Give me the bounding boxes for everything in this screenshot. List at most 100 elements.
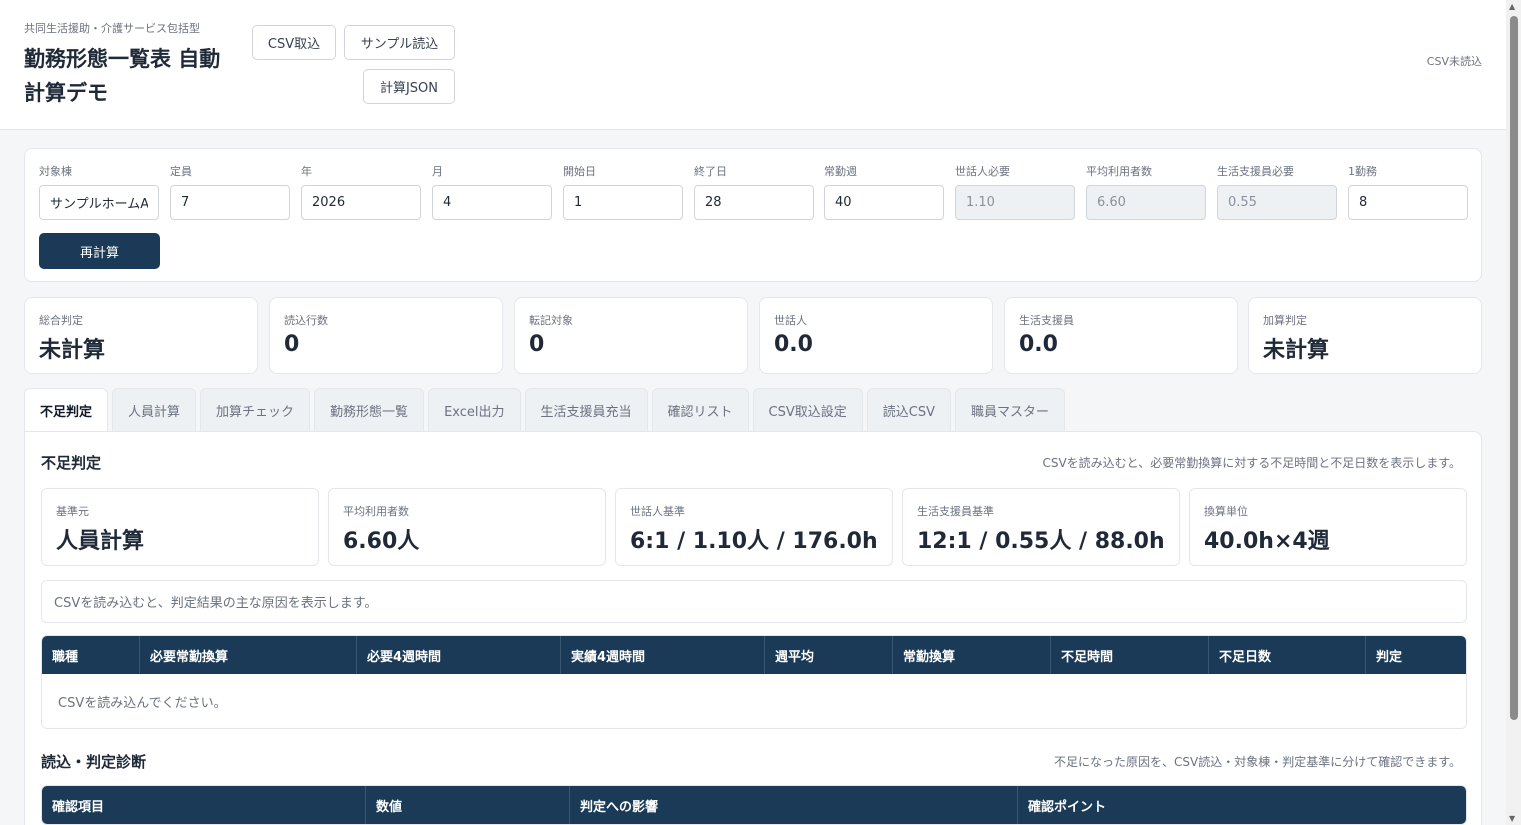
stat-value: 未計算 <box>39 338 106 363</box>
column-header: 常勤換算 <box>893 636 1051 674</box>
csv-import-button[interactable]: CSV取込 <box>252 25 336 60</box>
field-label: 平均利用者数 <box>1086 165 1152 178</box>
column-header: 職種 <box>42 636 140 674</box>
column-header: 必要常勤換算 <box>140 636 357 674</box>
stat-value: 0.0 <box>774 332 813 357</box>
stat-caretaker: 世話人 0.0 <box>759 297 993 374</box>
tab-support-allocation[interactable]: 生活支援員充当 <box>524 388 648 432</box>
diagnosis-note: 不足になった原因を、CSV読込・対象棟・判定基準に分けて確認できます。 <box>1053 755 1461 769</box>
start-day-input[interactable] <box>563 185 683 220</box>
recalculate-button[interactable]: 再計算 <box>39 233 160 269</box>
field-year: 年 <box>301 163 421 220</box>
field-label: 年 <box>301 165 312 178</box>
table-header: 確認項目 数値 判定への影響 確認ポイント <box>42 786 1466 824</box>
csv-status-text: CSV未読込 <box>1426 55 1482 68</box>
field-label: 対象棟 <box>39 165 72 178</box>
stat-rows: 読込行数 0 <box>269 297 503 374</box>
params-panel: 対象棟 定員 年 月 開始日 終了日 常勤週 世話人必要 平均利用者数 生活支援… <box>24 148 1482 282</box>
tab-bar: 不足判定 人員計算 加算チェック 勤務形態一覧 Excel出力 生活支援員充当 … <box>24 388 1069 432</box>
card-value: 6.60人 <box>343 529 420 554</box>
shortage-panel: 不足判定 CSVを読み込むと、必要常勤換算に対する不足時間と不足日数を表示します… <box>24 431 1482 825</box>
column-header: 週平均 <box>765 636 893 674</box>
column-header: 数値 <box>366 786 570 824</box>
card-value: 40.0h×4週 <box>1204 529 1330 554</box>
stat-addition: 加算判定 未計算 <box>1248 297 1482 374</box>
stat-label: 総合判定 <box>39 314 83 327</box>
month-input[interactable] <box>432 185 552 220</box>
stat-label: 生活支援員 <box>1019 314 1074 327</box>
shift-hours-input[interactable] <box>1348 185 1468 220</box>
fulltime-week-input[interactable] <box>824 185 944 220</box>
section-note: CSVを読み込むと、必要常勤換算に対する不足時間と不足日数を表示します。 <box>1042 456 1461 470</box>
app-subtitle: 共同生活援助・介護サービス包括型 <box>24 22 200 35</box>
tab-excel-export[interactable]: Excel出力 <box>428 388 521 432</box>
stat-value: 未計算 <box>1263 338 1330 363</box>
field-shift-hours: 1勤務 <box>1348 163 1468 220</box>
support-criteria-card: 生活支援員基準 12:1 / 0.55人 / 88.0h <box>902 488 1180 566</box>
column-header: 必要4週時間 <box>357 636 561 674</box>
stat-support-staff: 生活支援員 0.0 <box>1004 297 1238 374</box>
column-header: 実績4週時間 <box>561 636 765 674</box>
field-label: 終了日 <box>694 165 727 178</box>
tab-shortage[interactable]: 不足判定 <box>24 388 109 432</box>
year-input[interactable] <box>301 185 421 220</box>
stat-value: 0.0 <box>1019 332 1058 357</box>
column-header: 不足日数 <box>1209 636 1366 674</box>
field-start-day: 開始日 <box>563 163 683 220</box>
sample-load-button[interactable]: サンプル読込 <box>344 25 455 60</box>
tab-check-list[interactable]: 確認リスト <box>651 388 749 432</box>
support-required-input <box>1217 185 1337 220</box>
card-label: 生活支援員基準 <box>917 505 994 518</box>
avg-users-input <box>1086 185 1206 220</box>
field-capacity: 定員 <box>170 163 290 220</box>
field-label: 月 <box>432 165 443 178</box>
tab-addition-check[interactable]: 加算チェック <box>200 388 311 432</box>
card-label: 平均利用者数 <box>343 505 409 518</box>
field-label: 常勤週 <box>824 165 857 178</box>
capacity-input[interactable] <box>170 185 290 220</box>
shortage-table: 職種 必要常勤換算 必要4週時間 実績4週時間 週平均 常勤換算 不足時間 不足… <box>41 635 1467 729</box>
stat-value: 0 <box>284 332 300 357</box>
field-label: 開始日 <box>563 165 596 178</box>
field-fulltime-week: 常勤週 <box>824 163 944 220</box>
calc-json-button[interactable]: 計算JSON <box>363 69 455 104</box>
tab-shift-list[interactable]: 勤務形態一覧 <box>314 388 425 432</box>
field-month: 月 <box>432 163 552 220</box>
avg-users-card: 平均利用者数 6.60人 <box>328 488 606 566</box>
diagnosis-table: 確認項目 数値 判定への影響 確認ポイント <box>41 785 1467 825</box>
app-header: 共同生活援助・介護サービス包括型 勤務形態一覧表 自動計算デモ CSV取込 サン… <box>0 0 1506 130</box>
stat-label: 読込行数 <box>284 314 328 327</box>
field-end-day: 終了日 <box>694 163 814 220</box>
card-value: 6:1 / 1.10人 / 176.0h <box>630 529 878 554</box>
card-value: 12:1 / 0.55人 / 88.0h <box>917 529 1165 554</box>
stat-label: 世話人 <box>774 314 807 327</box>
empty-table-message: CSVを読み込んでください。 <box>42 674 1466 728</box>
page-scrollbar[interactable]: ▲ ▼ <box>1506 0 1521 825</box>
field-support-required: 生活支援員必要 <box>1217 163 1337 220</box>
scrollbar-thumb[interactable] <box>1510 16 1518 720</box>
scroll-down-arrow-icon[interactable]: ▼ <box>1509 814 1515 823</box>
tab-loaded-csv[interactable]: 読込CSV <box>866 388 951 432</box>
column-header: 確認項目 <box>42 786 366 824</box>
field-label: 定員 <box>170 165 192 178</box>
card-label: 換算単位 <box>1204 505 1248 518</box>
card-value: 人員計算 <box>56 529 145 554</box>
card-label: 世話人基準 <box>630 505 685 518</box>
field-caretaker-required: 世話人必要 <box>955 163 1075 220</box>
tab-staff-master[interactable]: 職員マスター <box>955 388 1066 432</box>
page-title: 勤務形態一覧表 自動計算デモ <box>24 47 221 105</box>
end-day-input[interactable] <box>694 185 814 220</box>
section-title: 不足判定 <box>41 454 102 472</box>
stat-label: 加算判定 <box>1263 314 1307 327</box>
building-input[interactable] <box>39 185 159 220</box>
tab-csv-settings[interactable]: CSV取込設定 <box>752 388 863 432</box>
diagnosis-title: 読込・判定診断 <box>41 753 147 771</box>
field-label: 生活支援員必要 <box>1217 165 1294 178</box>
field-avg-users: 平均利用者数 <box>1086 163 1206 220</box>
column-header: 判定への影響 <box>570 786 1018 824</box>
caretaker-criteria-card: 世話人基準 6:1 / 1.10人 / 176.0h <box>615 488 893 566</box>
column-header: 不足時間 <box>1051 636 1209 674</box>
scroll-up-arrow-icon[interactable]: ▲ <box>1509 2 1515 11</box>
tab-staffing-calc[interactable]: 人員計算 <box>112 388 197 432</box>
cause-message: CSVを読み込むと、判定結果の主な原因を表示します。 <box>41 580 1467 623</box>
